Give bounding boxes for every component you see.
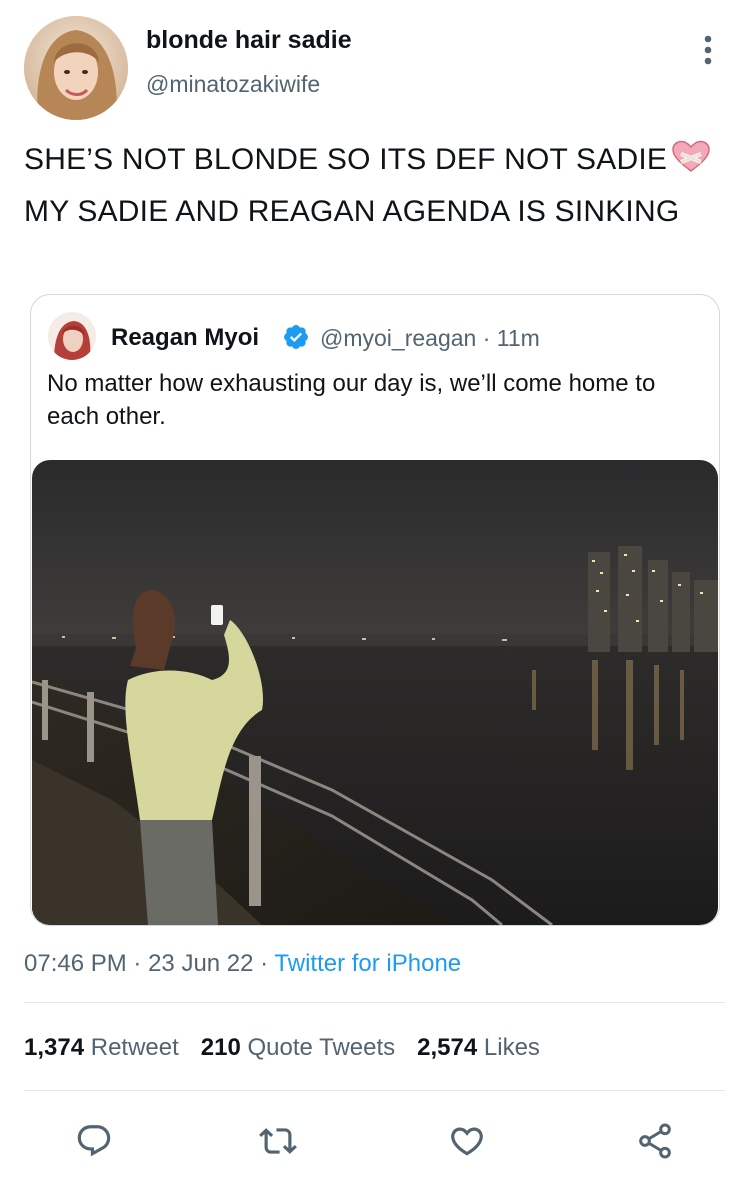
quote-tweets-count: 210 — [200, 1034, 241, 1061]
retweets-label: Retweet — [90, 1034, 179, 1061]
quoted-author-avatar[interactable] — [48, 312, 96, 360]
verified-badge-icon — [282, 323, 310, 356]
retweets-count: 1,374 — [24, 1034, 85, 1061]
reply-button[interactable] — [71, 1118, 117, 1164]
like-icon — [451, 1127, 483, 1156]
author-handle[interactable]: @minatozakiwife — [146, 71, 320, 98]
quoted-author-name[interactable]: Reagan Myoi — [111, 324, 259, 352]
retweet-icon — [259, 1128, 297, 1154]
likes-stat[interactable]: 2,574 Likes — [417, 1034, 540, 1061]
mending-heart-icon — [671, 140, 711, 188]
more-options-button[interactable] — [690, 30, 726, 70]
quoted-tweet-text: No matter how exhausting our day is, we’… — [47, 370, 656, 430]
retweets-stat[interactable]: 1,374 Retweet — [24, 1034, 179, 1061]
share-icon — [639, 1123, 671, 1159]
meta-separator: · — [133, 950, 142, 977]
tweet-date[interactable]: 23 Jun 22 — [148, 950, 253, 977]
author-avatar[interactable] — [24, 16, 128, 120]
quoted-tweet[interactable]: Reagan Myoi @myoi_reagan · 11m No matter… — [30, 294, 720, 926]
engagement-stats: 1,374 Retweet 210 Quote Tweets 2,574 Likes — [24, 1034, 540, 1062]
tweet-text: SHE’S NOT BLONDE SO ITS DEF NOT SADIE MY … — [24, 136, 729, 235]
tweet-text-part2: MY SADIE AND REAGAN AGENDA IS SINKING — [24, 195, 680, 228]
more-vertical-icon — [704, 35, 712, 65]
like-button[interactable] — [444, 1118, 490, 1164]
share-button[interactable] — [632, 1118, 678, 1164]
meta-separator: · — [260, 950, 269, 977]
divider — [24, 1090, 725, 1091]
author-display-name[interactable]: blonde hair sadie — [146, 26, 352, 55]
divider — [24, 1002, 725, 1003]
tweet-detail: blonde hair sadie @minatozakiwife SHE’S … — [0, 0, 749, 1200]
meta-separator: · — [482, 325, 491, 351]
retweet-button[interactable] — [255, 1118, 301, 1164]
quote-tweets-stat[interactable]: 210 Quote Tweets — [201, 1034, 395, 1061]
tweet-time[interactable]: 07:46 PM — [24, 950, 127, 977]
tweet-text-part1: SHE’S NOT BLONDE SO ITS DEF NOT SADIE — [24, 143, 668, 176]
likes-label: Likes — [483, 1034, 540, 1061]
reply-icon — [77, 1125, 111, 1157]
tweet-metadata: 07:46 PM · 23 Jun 22 · Twitter for iPhon… — [24, 950, 461, 978]
quoted-author-handle[interactable]: @myoi_reagan — [320, 325, 476, 351]
quote-tweets-label: Quote Tweets — [247, 1034, 396, 1061]
likes-count: 2,574 — [417, 1034, 478, 1061]
quoted-time-ago: 11m — [496, 325, 540, 351]
tweet-source-link[interactable]: Twitter for iPhone — [274, 950, 461, 977]
quoted-tweet-photo[interactable] — [32, 460, 718, 925]
quoted-author-meta: @myoi_reagan · 11m — [320, 325, 540, 352]
